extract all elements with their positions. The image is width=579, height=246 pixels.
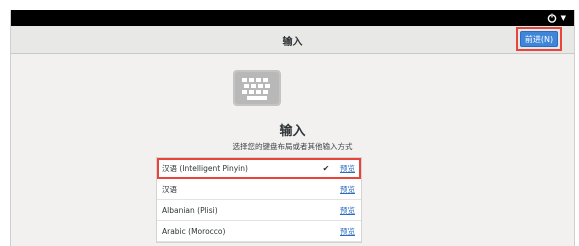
system-menu[interactable]: ▼ — [546, 11, 566, 25]
main-content: 输入 选择您的键盘布局或者其他输入方式 汉语 (Intelligent Piny… — [11, 54, 574, 246]
preview-link[interactable]: 预览 — [337, 226, 355, 237]
header-bar: 输入 前进(N) — [11, 26, 574, 54]
input-source-list: 汉语 (Intelligent Pinyin) ✔ 预览 汉语 预览 Alban… — [156, 157, 362, 243]
list-item[interactable]: Arabic (Morocco) 预览 — [157, 221, 361, 242]
preview-link[interactable]: 预览 — [337, 205, 355, 216]
list-item[interactable]: 汉语 预览 — [157, 179, 361, 200]
keyboard-icon — [233, 70, 281, 106]
list-item[interactable]: Albanian (Plisi) 预览 — [157, 200, 361, 221]
page-title: 输入 — [279, 124, 306, 139]
setup-window: ▼ 输入 前进(N) 输入 选择您的键盘布局或者其他输入方式 汉语 (Intel… — [10, 10, 575, 246]
check-icon: ✔ — [322, 163, 330, 173]
screenshot-frame: ▼ 输入 前进(N) 输入 选择您的键盘布局或者其他输入方式 汉语 (Intel… — [0, 0, 579, 246]
preview-link[interactable]: 预览 — [337, 184, 355, 195]
list-item-label: 汉语 — [162, 184, 177, 194]
list-item-label: Albanian (Plisi) — [162, 205, 218, 215]
header-title: 输入 — [282, 37, 303, 48]
list-item-label: 汉语 (Intelligent Pinyin) — [162, 163, 248, 173]
next-button[interactable]: 前进(N) — [520, 31, 558, 47]
power-icon — [546, 12, 558, 24]
preview-link[interactable]: 预览 — [337, 163, 355, 174]
page-subtitle: 选择您的键盘布局或者其他输入方式 — [232, 142, 353, 151]
caret-down-icon: ▼ — [560, 13, 566, 22]
next-button-highlight: 前进(N) — [516, 27, 562, 51]
list-item-label: Arabic (Morocco) — [162, 226, 226, 236]
list-item[interactable]: 汉语 (Intelligent Pinyin) ✔ 预览 — [157, 158, 361, 179]
top-system-bar: ▼ — [11, 10, 574, 26]
